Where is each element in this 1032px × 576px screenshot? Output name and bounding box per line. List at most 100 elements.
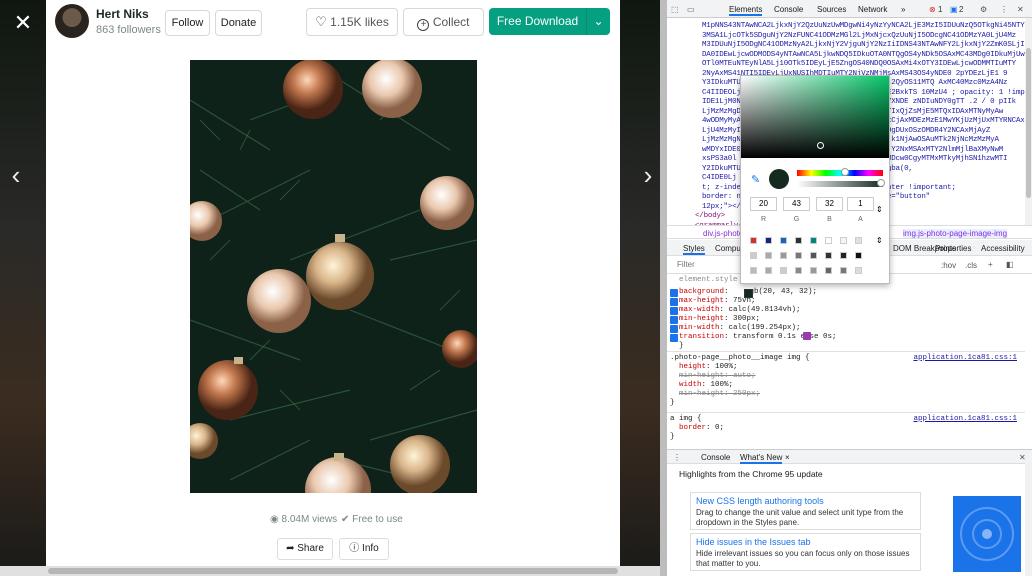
- rule-declaration[interactable]: min-height: auto;: [679, 372, 756, 381]
- tab-elements[interactable]: Elements: [729, 5, 762, 16]
- palette-color-swatch[interactable]: [795, 237, 802, 244]
- more-options-icon[interactable]: ⋮: [1000, 5, 1008, 14]
- palette-color-swatch[interactable]: [750, 237, 757, 244]
- rule-value[interactable]: auto;: [733, 372, 756, 380]
- share-button[interactable]: ➦ Share: [277, 538, 333, 560]
- message-icon[interactable]: ▣: [950, 5, 958, 14]
- drawer-tab-close-icon[interactable]: ×: [785, 453, 790, 462]
- author-avatar[interactable]: [55, 4, 89, 38]
- style-enable-checkbox[interactable]: [670, 334, 678, 342]
- dom-code-line[interactable]: M3IDUuNjI5ODgNC41ODMzNyA2LjkxNjY2VjguNjY…: [702, 41, 1025, 51]
- subtab-styles[interactable]: Styles: [683, 244, 705, 255]
- alpha-input[interactable]: 1: [847, 197, 874, 211]
- tab-sources[interactable]: Sources: [817, 5, 846, 14]
- style-value[interactable]: 300px;: [733, 315, 760, 323]
- dom-code-line[interactable]: OTl0MTEuNTEyNlA5Lj10OTk5IDEyLjE5ZngOS40N…: [702, 60, 1016, 70]
- previous-arrow-icon[interactable]: ‹: [6, 160, 26, 190]
- rule-value[interactable]: 0;: [715, 424, 724, 432]
- rule-selector[interactable]: a img {: [670, 415, 702, 424]
- style-property[interactable]: transition: [679, 333, 724, 341]
- dom-code-line[interactable]: 3MSA1LjcOTk5SDguNjY2NzFUNC41ODMzMGl2LjMx…: [702, 32, 1016, 42]
- horizontal-scrollbar[interactable]: [0, 566, 667, 576]
- color-picker-popover[interactable]: ✎ 20 43 32 1 R G B A ⇕ ⇕: [740, 75, 890, 284]
- rule-selector[interactable]: .photo-page__photo__image img {: [670, 354, 810, 363]
- palette-color-swatch[interactable]: [765, 267, 772, 274]
- style-property[interactable]: min-width: [679, 324, 720, 332]
- rule-property[interactable]: border: [679, 424, 706, 432]
- color-swatch[interactable]: [744, 289, 753, 298]
- alpha-slider-handle[interactable]: [877, 179, 885, 187]
- tab-console[interactable]: Console: [774, 5, 803, 14]
- computed-sidebar-icon[interactable]: ◧: [1006, 260, 1014, 269]
- style-property[interactable]: max-height: [679, 297, 724, 305]
- style-declaration[interactable]: min-width: calc(199.254px);: [679, 324, 801, 333]
- palette-color-swatch[interactable]: [810, 267, 817, 274]
- palette-color-swatch[interactable]: [840, 237, 847, 244]
- subtab-accessibility[interactable]: Accessibility: [981, 244, 1025, 253]
- close-icon[interactable]: ✕: [10, 10, 36, 36]
- whats-new-card-css-length[interactable]: New CSS length authoring tools Drag to c…: [690, 492, 921, 530]
- device-toggle-icon[interactable]: ▭: [687, 5, 695, 14]
- close-drawer-icon[interactable]: ✕: [1019, 453, 1026, 462]
- license-stat[interactable]: ✔ Free to use: [341, 514, 403, 525]
- drawer-tab-whats-new[interactable]: What's New: [740, 453, 782, 464]
- palette-color-swatch[interactable]: [780, 267, 787, 274]
- palette-color-swatch[interactable]: [810, 252, 817, 259]
- palette-color-swatch[interactable]: [795, 267, 802, 274]
- palette-color-swatch[interactable]: [840, 252, 847, 259]
- style-enable-checkbox[interactable]: [670, 289, 678, 297]
- style-enable-checkbox[interactable]: [670, 325, 678, 333]
- drawer-tab-console[interactable]: Console: [701, 453, 730, 462]
- style-enable-checkbox[interactable]: [670, 298, 678, 306]
- tab-more[interactable]: »: [901, 5, 905, 14]
- palette-color-swatch[interactable]: [825, 267, 832, 274]
- drawer-scrollbar[interactable]: [1025, 462, 1032, 576]
- alpha-slider[interactable]: [797, 181, 883, 187]
- style-declaration[interactable]: min-height: 300px;: [679, 315, 760, 324]
- drawer-menu-icon[interactable]: ⋮: [673, 453, 681, 462]
- style-property[interactable]: max-width: [679, 306, 720, 314]
- palette-color-swatch[interactable]: [855, 252, 862, 259]
- info-button[interactable]: ⓘ Info: [339, 538, 389, 560]
- style-declaration[interactable]: max-height: 75vh;: [679, 297, 756, 306]
- card-title[interactable]: Hide issues in the Issues tab: [696, 537, 915, 547]
- style-property[interactable]: background: [679, 288, 724, 296]
- like-button[interactable]: ♡ 1.15K likes: [306, 8, 398, 36]
- collect-button[interactable]: + Collect: [403, 8, 484, 36]
- vertical-scrollbar[interactable]: [660, 0, 667, 576]
- blue-input[interactable]: 32: [816, 197, 843, 211]
- rule-value[interactable]: 100%;: [711, 381, 734, 389]
- palette-color-swatch[interactable]: [780, 252, 787, 259]
- rule-value[interactable]: 100%;: [715, 363, 738, 371]
- author-name[interactable]: Hert Niks: [96, 7, 149, 21]
- style-value[interactable]: calc(199.254px);: [729, 324, 801, 332]
- easing-swatch-icon[interactable]: [803, 332, 811, 340]
- inspect-element-icon[interactable]: ⬚: [671, 5, 679, 14]
- palette-color-swatch[interactable]: [750, 267, 757, 274]
- eyedropper-icon[interactable]: ✎: [751, 173, 760, 186]
- rule-property[interactable]: height: [679, 363, 706, 371]
- rule-property[interactable]: min-height: [679, 372, 724, 380]
- download-options-chevron-icon[interactable]: ⌄: [586, 8, 610, 35]
- style-declaration[interactable]: max-width: calc(49.8134vh);: [679, 306, 801, 315]
- next-arrow-icon[interactable]: ›: [638, 160, 658, 190]
- subtab-properties[interactable]: Properties: [935, 244, 971, 253]
- palette-color-swatch[interactable]: [810, 237, 817, 244]
- palette-switcher-icon[interactable]: ⇕: [876, 236, 883, 245]
- hue-slider[interactable]: [797, 170, 883, 176]
- palette-color-swatch[interactable]: [780, 237, 787, 244]
- style-value[interactable]: calc(49.8134vh);: [729, 306, 801, 314]
- red-input[interactable]: 20: [750, 197, 777, 211]
- rule-property[interactable]: width: [679, 381, 702, 389]
- style-declaration[interactable]: transition: transform 0.1s ease 0s;: [679, 333, 837, 342]
- style-enable-checkbox[interactable]: [670, 316, 678, 324]
- palette-color-swatch[interactable]: [855, 267, 862, 274]
- style-value[interactable]: transform 0.1s ease 0s;: [733, 333, 837, 341]
- follow-button[interactable]: Follow: [165, 10, 210, 36]
- palette-color-swatch[interactable]: [765, 237, 772, 244]
- palette-color-swatch[interactable]: [855, 237, 862, 244]
- dom-tree-scrollbar[interactable]: [1025, 18, 1032, 225]
- rule-declaration[interactable]: height: 100%;: [679, 363, 738, 372]
- donate-button[interactable]: Donate: [215, 10, 262, 36]
- rule-declaration[interactable]: min-height: 250px;: [679, 390, 760, 399]
